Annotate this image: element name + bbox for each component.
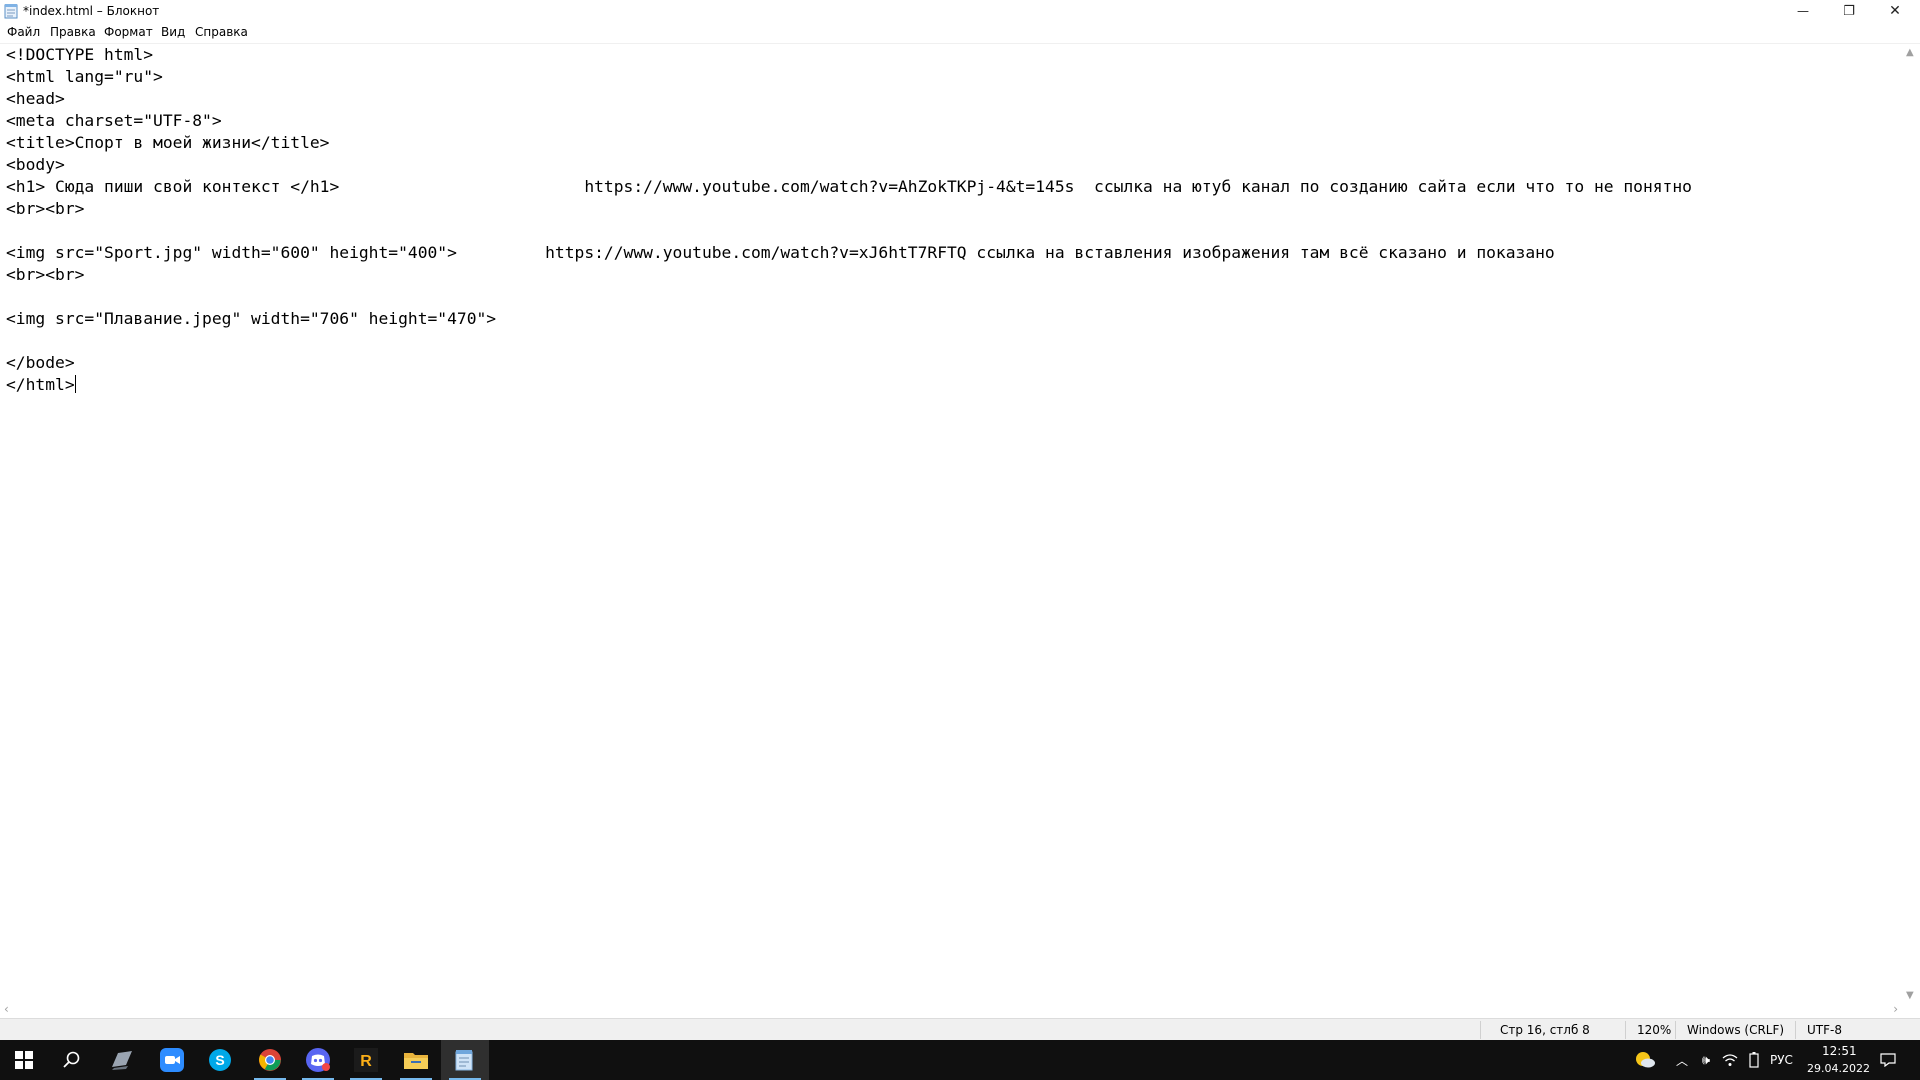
code-line: <head> [6,89,65,108]
title-bar: *index.html – Блокнот — ❐ ✕ [0,0,1920,22]
menu-format[interactable]: Формат [104,25,153,39]
start-icon [15,1051,33,1069]
volume-button[interactable]: 🕪 [1694,1040,1718,1080]
editor-content[interactable]: <!DOCTYPE html> <html lang="ru"> <head> … [6,44,1692,396]
status-divider [1625,1021,1626,1039]
taskbar-app-zoom[interactable] [148,1040,196,1080]
file-explorer-icon [404,1053,428,1069]
notepad-icon [455,1050,473,1071]
vertical-scrollbar[interactable]: ▲ ▼ [1902,44,1920,1004]
window-title: *index.html – Блокнот [23,4,160,18]
svg-text:S: S [215,1052,224,1068]
taskbar-app-notepad[interactable] [441,1040,489,1080]
code-line: <meta charset="UTF-8"> [6,111,222,130]
cursor-position: Стр 16, стлб 8 [1500,1023,1590,1037]
code-line: <html lang="ru"> [6,67,163,86]
volume-icon: 🕪 [1701,1052,1711,1068]
scroll-left-icon[interactable]: ‹ [4,1002,9,1016]
code-line: <br><br> [6,265,85,284]
taskbar-app-chrome[interactable] [246,1040,294,1080]
search-button[interactable] [48,1040,96,1080]
code-line: <title>Спорт в моей жизни</title> [6,133,330,152]
taskbar-app-rockstar[interactable]: R [342,1040,390,1080]
restore-icon: ❐ [1843,3,1855,19]
taskbar-app-discord[interactable] [294,1040,342,1080]
code-line: <img src="Sport.jpg" width="600" height=… [6,243,1555,262]
clock[interactable]: 12:51 29.04.2022 [1800,1040,1870,1080]
network-button[interactable] [1718,1040,1742,1080]
menu-help[interactable]: Справка [195,25,248,39]
vpn-icon [112,1051,132,1070]
scroll-up-icon[interactable]: ▲ [1906,47,1914,58]
notification-icon [1880,1053,1896,1067]
minimize-button[interactable]: — [1780,0,1826,22]
close-icon: ✕ [1889,3,1901,19]
battery-button[interactable] [1742,1040,1766,1080]
menu-view[interactable]: Вид [161,25,185,39]
text-caret [74,375,76,393]
maximize-button[interactable]: ❐ [1826,0,1872,22]
taskbar-app-file-explorer[interactable] [392,1040,440,1080]
minimize-icon: — [1797,4,1809,18]
discord-icon [306,1048,330,1072]
scroll-down-icon[interactable]: ▼ [1906,990,1914,1001]
menu-bar: Файл Правка Формат Вид Справка [0,23,1920,44]
menu-file[interactable]: Файл [7,25,40,39]
code-line: </html> [6,375,75,394]
status-bar: Стр 16, стлб 8 120% Windows (CRLF) UTF-8 [0,1018,1920,1041]
weather-icon [1636,1052,1655,1068]
chevron-up-icon: ︿ [1675,1053,1688,1068]
line-ending: Windows (CRLF) [1687,1023,1785,1037]
code-line: <br><br> [6,199,85,218]
close-button[interactable]: ✕ [1872,0,1918,22]
status-divider [1795,1021,1796,1039]
code-line: <img src="Плавание.jpeg" width="706" hei… [6,309,497,328]
notepad-icon [4,4,18,19]
clock-time: 12:51 [1822,1044,1857,1058]
notifications-button[interactable] [1870,1040,1906,1080]
status-divider [1675,1021,1676,1039]
taskbar-app-vpn[interactable] [98,1040,146,1080]
svg-text:R: R [360,1053,372,1070]
wifi-icon [1722,1054,1738,1066]
zoom-icon [160,1048,184,1072]
encoding: UTF-8 [1807,1023,1842,1037]
code-line: <body> [6,155,65,174]
weather-widget[interactable] [1622,1040,1668,1080]
zoom-level: 120% [1637,1023,1672,1037]
taskbar: S R ︿ 🕪 РУС 12:51 29.04.2022 [0,1040,1920,1080]
taskbar-app-skype[interactable]: S [196,1040,244,1080]
text-editor[interactable]: <!DOCTYPE html> <html lang="ru"> <head> … [0,44,1902,1004]
menu-edit[interactable]: Правка [50,25,96,39]
horizontal-scrollbar[interactable]: ‹ › [0,1000,1902,1018]
code-line: </bode> [6,353,75,372]
battery-icon [1749,1052,1759,1068]
start-button[interactable] [0,1040,48,1080]
code-line: <!DOCTYPE html> [6,45,154,64]
status-divider [1480,1021,1481,1039]
rockstar-icon: R [354,1048,378,1072]
scroll-right-icon[interactable]: › [1893,1002,1898,1016]
skype-icon: S [209,1049,231,1071]
search-icon [63,1051,80,1068]
clock-date: 29.04.2022 [1807,1062,1870,1075]
tray-expand-button[interactable]: ︿ [1670,1040,1694,1080]
code-line: <h1> Сюда пиши свой контекст </h1> https… [6,177,1692,196]
language-indicator[interactable]: РУС [1770,1053,1793,1067]
chrome-icon [259,1049,281,1071]
